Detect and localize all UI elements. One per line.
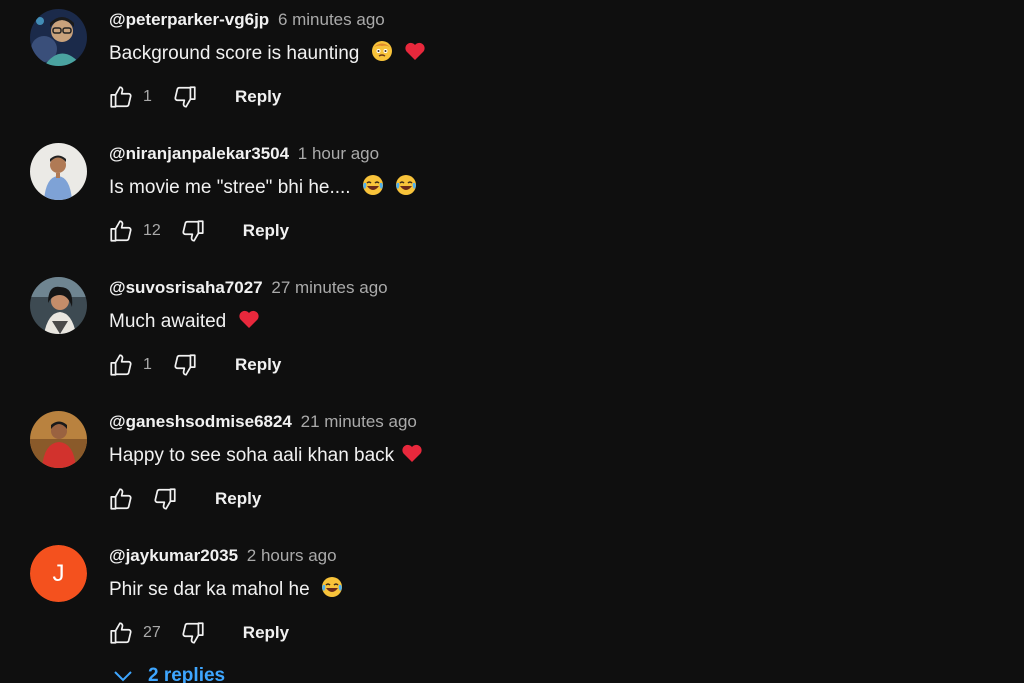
dislike-icon[interactable] — [151, 485, 179, 513]
reply-button[interactable]: Reply — [235, 87, 281, 107]
red-heart-emoji — [404, 40, 426, 68]
avatar[interactable]: J — [30, 545, 87, 602]
comment-text: Happy to see soha aali khan back — [109, 442, 423, 470]
comment-text: Is movie me "stree" bhi he.... — [109, 174, 417, 202]
comment-timestamp[interactable]: 1 hour ago — [298, 144, 379, 163]
reply-button[interactable]: Reply — [243, 623, 289, 643]
comment-text-body: Phir se dar ka mahol he — [109, 579, 310, 600]
like-count: 1 — [143, 88, 152, 105]
like-icon[interactable] — [107, 217, 135, 245]
comment-text-body: Much awaited — [109, 311, 227, 332]
comment-text: Background score is haunting — [109, 40, 426, 68]
like-icon[interactable] — [107, 83, 135, 111]
comment-author[interactable]: @niranjanpalekar3504 — [109, 144, 289, 163]
dislike-icon[interactable] — [171, 83, 199, 111]
comment-item: @peterparker-vg6jp 6 minutes ago Backgro… — [30, 0, 990, 120]
avatar[interactable] — [30, 143, 87, 200]
reply-button[interactable]: Reply — [243, 221, 289, 241]
dislike-icon[interactable] — [171, 351, 199, 379]
dislike-icon[interactable] — [179, 217, 207, 245]
comment-item: @niranjanpalekar3504 1 hour ago Is movie… — [30, 134, 990, 254]
view-replies-button[interactable]: 2 replies — [112, 665, 225, 683]
comment-text-body: Happy to see soha aali khan back — [109, 445, 395, 466]
comment-text-body: Background score is haunting — [109, 43, 360, 64]
avatar[interactable] — [30, 411, 87, 468]
laughing-tears-emoji — [321, 576, 343, 604]
comment-author[interactable]: @jaykumar2035 — [109, 546, 238, 565]
avatar[interactable] — [30, 277, 87, 334]
like-count: 12 — [143, 222, 161, 239]
laughing-tears-emoji — [362, 174, 384, 202]
reply-button[interactable]: Reply — [215, 489, 261, 509]
comment-text: Much awaited — [109, 308, 260, 336]
replies-count-label: 2 replies — [148, 665, 226, 683]
face-emoji — [371, 40, 393, 68]
like-count: 27 — [143, 624, 161, 641]
like-icon[interactable] — [107, 485, 135, 513]
like-icon[interactable] — [107, 351, 135, 379]
comment-item: @ganeshsodmise6824 21 minutes ago Happy … — [30, 402, 990, 522]
comments-list: @peterparker-vg6jp 6 minutes ago Backgro… — [0, 0, 1024, 683]
comment-author[interactable]: @suvosrisaha7027 — [109, 278, 263, 297]
comment-item: J @jaykumar2035 2 hours ago Phir se dar … — [30, 536, 990, 656]
laughing-tears-emoji — [395, 174, 417, 202]
comment-timestamp[interactable]: 27 minutes ago — [271, 278, 387, 297]
reply-button[interactable]: Reply — [235, 355, 281, 375]
dislike-icon[interactable] — [179, 619, 207, 647]
comment-timestamp[interactable]: 6 minutes ago — [278, 10, 385, 29]
avatar[interactable] — [30, 9, 87, 66]
comment-author[interactable]: @peterparker-vg6jp — [109, 10, 269, 29]
avatar-letter: J — [52, 560, 65, 587]
comment-text: Phir se dar ka mahol he — [109, 576, 343, 604]
like-count: 1 — [143, 356, 152, 373]
comment-timestamp[interactable]: 21 minutes ago — [301, 412, 417, 431]
red-heart-emoji — [401, 442, 423, 470]
comment-timestamp[interactable]: 2 hours ago — [247, 546, 337, 565]
red-heart-emoji — [238, 308, 260, 336]
like-icon[interactable] — [107, 619, 135, 647]
comment-text-body: Is movie me "stree" bhi he.... — [109, 177, 351, 198]
comment-author[interactable]: @ganeshsodmise6824 — [109, 412, 292, 431]
chevron-down-icon — [112, 669, 134, 683]
comment-item: @suvosrisaha7027 27 minutes ago Much awa… — [30, 268, 990, 388]
